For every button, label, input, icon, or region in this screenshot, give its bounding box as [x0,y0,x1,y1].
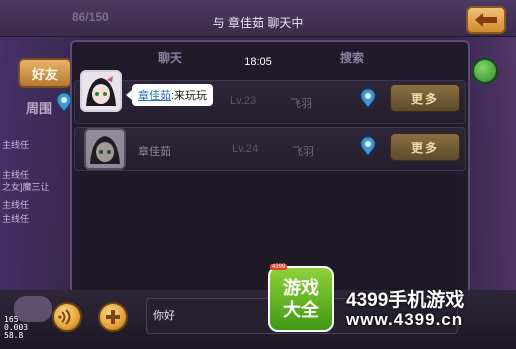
voice-wave-icon [58,309,71,325]
watermark-url: www.4399.cn [346,310,464,329]
bubble-message-text: :来玩玩 [171,90,208,102]
location-pin-icon[interactable] [360,88,376,108]
location-pin-icon [56,92,72,112]
back-arrow-icon [475,13,497,27]
location-pin-icon[interactable] [360,136,376,156]
chat-bubble: 章佳茹:来玩玩 [125,84,214,106]
side-chat-line: 主线任 [2,140,30,150]
message-timestamp: 18:05 [244,56,272,68]
fps-debug-readout: 165 0.003 58.8 [4,316,28,340]
nearby-tab[interactable]: 周围 [26,98,52,117]
bubble-sender-name[interactable]: 章佳茹 [138,87,171,103]
add-button[interactable] [98,302,128,332]
row-guild: 飞羽 [292,146,314,158]
watermark-logo-line: 大全 [283,300,319,320]
more-button[interactable]: 更多 [390,84,460,112]
side-chat-line: 主线任 [2,200,30,210]
more-button[interactable]: 更多 [390,133,460,161]
chat-title: 与 章佳茹 聊天中 [212,16,304,30]
row-level: Lv.24 [232,143,259,155]
voice-button[interactable] [52,302,82,332]
fps-line: 58.8 [4,331,24,340]
side-chat-line: 之女]魔三让 [2,182,50,192]
row-level: Lv.23 [230,95,257,107]
watermark-logo-line: 游戏 [283,278,319,298]
watermark-brand: 4399手机游戏 [346,290,465,311]
character-portrait-icon [86,130,124,168]
watermark-logo: 游戏 大全 [268,266,334,332]
watermark-tag: 4399 [270,264,288,270]
back-button[interactable] [466,6,506,34]
plus-icon [106,310,120,324]
avatar[interactable] [84,128,126,170]
character-portrait-icon [82,72,120,110]
row-guild: 飞羽 [290,98,312,110]
row-name: 章佳茹 [138,146,171,158]
avatar[interactable] [80,70,122,112]
side-chat-line: 主线任 [2,214,30,224]
